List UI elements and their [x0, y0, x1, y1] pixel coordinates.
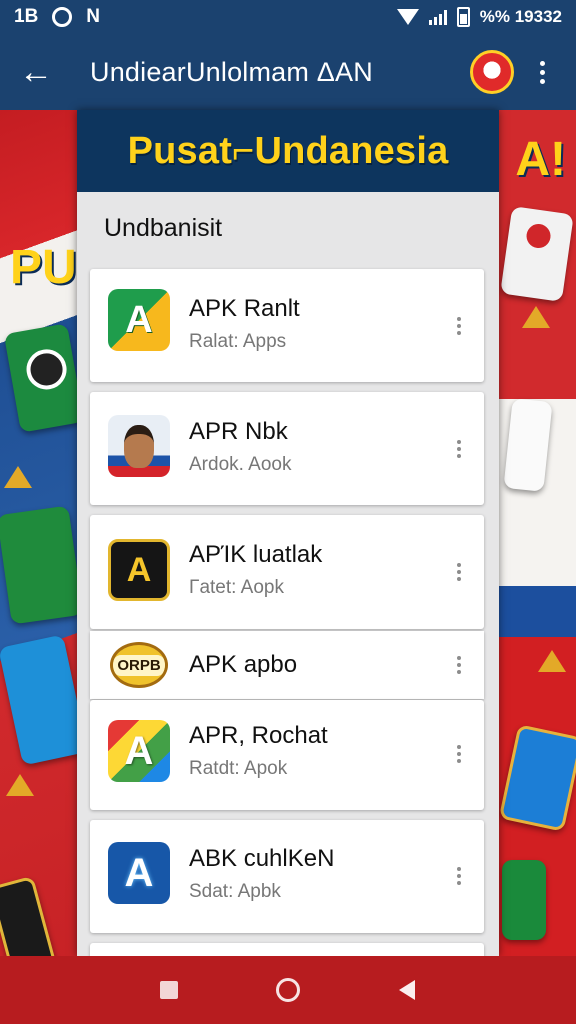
- person-portrait-icon: [108, 415, 170, 477]
- app-subtitle: Ratdt: Apok: [189, 758, 288, 779]
- black-gold-a-icon: A: [108, 539, 170, 601]
- item-more-button[interactable]: [452, 653, 466, 677]
- section-title: Undbanisit: [104, 214, 223, 242]
- home-button[interactable]: [266, 968, 310, 1012]
- notification-n-icon: N: [86, 6, 101, 27]
- orpb-coin-icon: ORPB: [110, 642, 168, 688]
- item-more-button[interactable]: [452, 742, 466, 766]
- mascot-icon[interactable]: [470, 50, 514, 94]
- app-name: APΊK luatlak: [189, 541, 323, 568]
- home-icon: [275, 978, 300, 1002]
- background-collage-right: A!: [498, 110, 576, 960]
- red-emblem-sticker-icon: [500, 206, 574, 302]
- circle-icon: [52, 7, 73, 27]
- rainbow-a-icon: A: [108, 720, 170, 782]
- list-item[interactable]: A APΊK luatlak Γatet: Aopk: [90, 515, 484, 629]
- background-word-left: PU: [10, 241, 77, 294]
- item-more-button[interactable]: [452, 314, 466, 338]
- app-name: APK apbo: [189, 651, 298, 678]
- list-item[interactable]: A APK Ranlt Ralat: Apps: [90, 269, 484, 382]
- overflow-menu-button[interactable]: [520, 48, 564, 96]
- blue-sticker-icon: [0, 634, 88, 766]
- app-subtitle: Γatet: Aopk: [189, 577, 284, 598]
- list-item[interactable]: A ABK cuhlKeN Sdat: Apbk: [90, 820, 484, 933]
- item-more-button[interactable]: [452, 437, 466, 461]
- list-item[interactable]: ORPB APK apbo: [90, 631, 484, 699]
- item-more-button[interactable]: [452, 560, 466, 584]
- blue-glow-a-icon: A: [108, 842, 170, 904]
- status-time-left: 1B: [14, 6, 39, 27]
- gold-triangle-icon: [522, 306, 550, 328]
- list-item[interactable]: A APR, Rochat Ratdt: Apok: [90, 700, 484, 810]
- banner-title: Pusat⌐Undanesia: [77, 110, 499, 192]
- globe-sticker-icon: [3, 323, 85, 433]
- green-a-sticker-icon: [0, 505, 84, 625]
- arrow-left-icon: ←: [19, 52, 53, 91]
- signal-icon: [428, 9, 447, 25]
- app-subtitle: Sdat: Apbk: [189, 881, 281, 902]
- dark-sticker-icon: [0, 875, 58, 960]
- page-title: UndiearUnlolmam ΔΑΝ: [90, 56, 373, 87]
- navigation-bar: [0, 956, 576, 1024]
- recent-apps-button[interactable]: [147, 968, 191, 1012]
- green-sticker-icon: [502, 860, 546, 940]
- gold-triangle-icon: [4, 466, 32, 488]
- status-text-right: %% 19332: [479, 7, 562, 26]
- blue-coin-sticker-icon: [498, 724, 576, 832]
- back-icon: [398, 980, 415, 1000]
- app-name: APR, Rochat: [189, 722, 328, 749]
- apk-arrow-icon: A: [108, 289, 170, 351]
- gold-triangle-icon: [6, 774, 34, 796]
- app-name: APR Nbk: [189, 418, 288, 445]
- app-subtitle: Ardok. Aook: [189, 454, 292, 475]
- list-item-partial[interactable]: [90, 943, 484, 956]
- app-name: ABK cuhlKeN: [189, 845, 335, 872]
- white-sticker-icon: [503, 398, 553, 492]
- status-bar: 1B N %% 19332: [0, 0, 576, 34]
- back-button[interactable]: ←: [12, 48, 60, 96]
- wifi-icon: [396, 9, 419, 25]
- app-bar: ← UndiearUnlolmam ΔΑΝ: [0, 34, 576, 110]
- content-panel: Pusat⌐Undanesia Undbanisit A APK Ranlt R…: [77, 110, 499, 956]
- battery-icon: [456, 7, 470, 27]
- app-name: APK Ranlt: [189, 295, 300, 322]
- list-item[interactable]: APR Nbk Ardok. Aook: [90, 392, 484, 505]
- gold-triangle-icon: [538, 650, 566, 672]
- background-word-right: A!: [515, 133, 566, 186]
- nav-back-button[interactable]: [385, 968, 429, 1012]
- item-more-button[interactable]: [452, 864, 466, 888]
- recent-apps-icon: [160, 981, 179, 999]
- app-subtitle: Ralat: Apps: [189, 331, 287, 352]
